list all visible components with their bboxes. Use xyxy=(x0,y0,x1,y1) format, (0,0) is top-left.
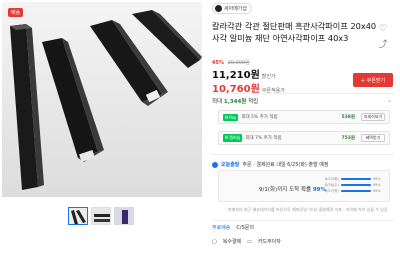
thumb-image-icon xyxy=(92,208,110,224)
cart-icon: ▢ xyxy=(212,238,217,245)
bar-pct: 99% xyxy=(372,183,381,187)
bar-label: 6/27(목) xyxy=(325,188,339,193)
footer-row-1: 무료배송 C/S문의 xyxy=(212,224,254,231)
thumbnail-2[interactable] xyxy=(91,207,111,225)
main-product-image[interactable]: 배송 xyxy=(2,2,202,197)
delivery-badge: 배송 xyxy=(8,8,24,17)
points-row-text: 최대 5% 추가 적립 xyxy=(241,115,278,120)
arrival-text: 9/1(화)까지 도착 확률 xyxy=(259,187,312,193)
bar-pct: 99% xyxy=(372,177,381,181)
points-row-text: 최대 7% 추가 적립 xyxy=(245,136,282,141)
bar-pct: 99% xyxy=(372,189,381,193)
bar-fill xyxy=(340,184,371,186)
footer-row-2: ▢ 복수결제 ▭ 카드무이자 xyxy=(212,238,281,246)
divider xyxy=(212,220,394,221)
arrival-bar-row: 6/27(목) 99% xyxy=(325,188,387,194)
bar-label: 6/26(수) xyxy=(325,182,339,187)
thumbnail-3[interactable] xyxy=(114,207,134,225)
thumbnail-1[interactable] xyxy=(68,207,88,225)
coupon-button[interactable]: + 쿠폰받기 xyxy=(353,73,393,87)
product-title: 칼라각관 각관 절단판매 흑관사각파이프 20x40 사각 알미늄 재단 아연사… xyxy=(212,21,377,43)
shipping-today: 오늘출발 xyxy=(221,162,240,168)
heart-icon[interactable]: ♡ xyxy=(378,24,388,34)
membership-tag: N 멤버십 xyxy=(223,134,243,142)
store-chip[interactable]: 세아메가샵 xyxy=(212,3,253,14)
truck-icon xyxy=(212,161,218,168)
points-suffix: 적립 xyxy=(248,99,259,105)
arrival-text-row: 9/1(화)까지 도착 확률 99% xyxy=(259,185,326,193)
membership-benefit-button[interactable]: 혜택받기 xyxy=(361,134,385,142)
thumbnail-strip xyxy=(68,207,134,225)
thumb-image-icon xyxy=(115,208,133,224)
bar-label: 6/25(화) xyxy=(325,176,339,181)
card-installment-link[interactable]: 카드무이자 xyxy=(258,238,281,245)
chevron-down-icon[interactable]: ⌄ xyxy=(387,97,392,104)
multi-pay-link[interactable]: 복수결제 xyxy=(223,238,241,245)
npay-tag: N Pay xyxy=(223,113,239,121)
points-row-value: 538원 xyxy=(341,115,355,120)
bar-fill xyxy=(340,178,371,180)
thumb-image-icon xyxy=(69,208,87,224)
points-prefix: 최대 xyxy=(212,99,223,105)
points-row-value: 753원 xyxy=(341,136,355,141)
divider xyxy=(212,93,394,94)
shipping-notice: 판매처의 최근 배송데이터를 바탕으로 예측(2일 이내) 출발예정 지표 · … xyxy=(228,207,388,212)
store-name: 세아메가샵 xyxy=(224,6,248,12)
cs-link[interactable]: C/S문의 xyxy=(236,224,254,231)
points-row-npay: N Pay 최대 5% 추가 적립 538원 자세히보기 xyxy=(218,110,390,124)
bar-fill xyxy=(340,190,371,192)
free-shipping-link[interactable]: 무료배송 xyxy=(212,224,230,231)
points-amount: 1,344원 xyxy=(223,99,247,105)
bar-track xyxy=(340,178,371,180)
product-gallery: 배송 xyxy=(0,0,205,253)
arrival-estimate-box: 9/1(화)까지 도착 확률 99% 6/25(화) 99% 6/26(수) 9… xyxy=(218,170,390,202)
discount-row: 45% 20,000원 xyxy=(212,59,250,66)
card-icon: ▭ xyxy=(247,238,252,245)
points-detail-button[interactable]: 자세히보기 xyxy=(361,113,385,121)
points-row-membership: N 멤버십 최대 7% 추가 적립 753원 혜택받기 xyxy=(218,131,390,145)
bar-track xyxy=(340,190,371,192)
product-info: 세아메가샵 칼라각관 각관 절단판매 흑관사각파이프 20x40 사각 알미늄 … xyxy=(208,0,400,253)
sale-price-row: 11,210원 할인가 xyxy=(212,66,276,81)
arrival-pct: 99% xyxy=(312,187,326,193)
store-logo-icon xyxy=(215,5,222,12)
shipping-header: 오늘출발 주문 · 결제완료 내일 6/25(화) 출발 예정 xyxy=(212,161,328,168)
arrival-bars: 6/25(화) 99% 6/26(수) 99% 6/27(목) 99% xyxy=(325,176,387,194)
points-header[interactable]: 최대 1,344원 적립 xyxy=(212,97,258,105)
shipping-info: 주문 · 결제완료 내일 6/25(화) 출발 예정 xyxy=(242,162,329,168)
bar-track xyxy=(340,184,371,186)
divider xyxy=(212,154,394,155)
share-icon[interactable]: ⤴ xyxy=(378,40,388,50)
black-tubes-illustration xyxy=(2,2,202,197)
